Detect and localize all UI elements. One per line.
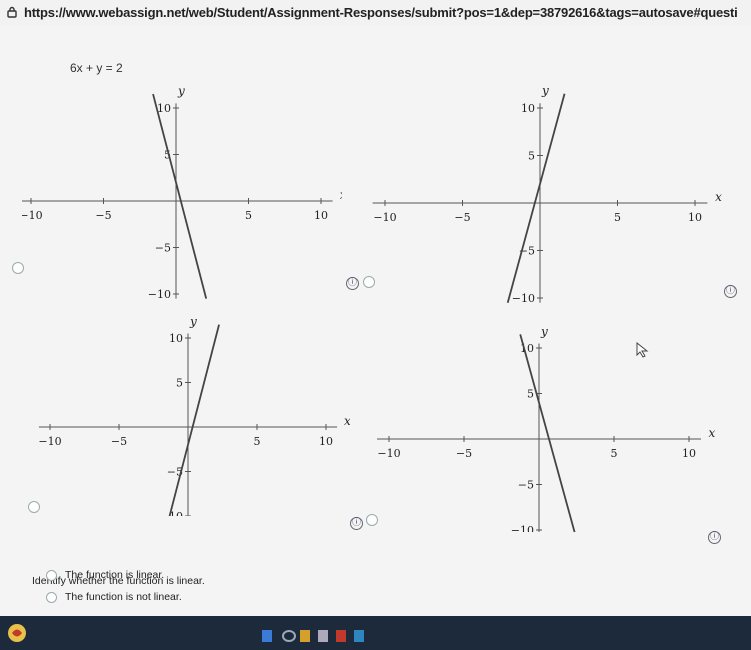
graph-option-1: −10−5510105−5−10xy bbox=[22, 88, 342, 306]
mouse-cursor-icon bbox=[636, 342, 649, 358]
graph-line bbox=[519, 334, 576, 532]
graph-option-3-radio[interactable] bbox=[28, 501, 40, 513]
taskbar-app-icon[interactable] bbox=[300, 630, 310, 642]
graph-option-2-radio[interactable] bbox=[363, 276, 375, 288]
graph-line bbox=[506, 93, 566, 303]
answer-option-linear[interactable]: The function is linear. bbox=[46, 569, 164, 581]
answer-label: The function is linear. bbox=[65, 569, 165, 581]
answer-option-not-linear[interactable]: The function is not linear. bbox=[46, 591, 182, 603]
graph-option-4-radio[interactable] bbox=[366, 514, 378, 526]
y-axis-label: y bbox=[177, 88, 185, 98]
app-logo-icon bbox=[8, 624, 26, 642]
graph-option-1-radio[interactable] bbox=[12, 262, 24, 274]
y-tick-label: −5 bbox=[518, 479, 534, 492]
assignment-content: 6x + y = 2 −10 −5 5 10 10 5 −5 −10 x y ⓘ −10 −5 5 10… bbox=[0, 26, 751, 616]
answer-radio[interactable] bbox=[46, 591, 57, 603]
taskbar-app-icon[interactable] bbox=[318, 630, 328, 642]
info-icon[interactable]: ⓘ bbox=[350, 517, 363, 530]
y-tick-label: −10 bbox=[512, 292, 535, 305]
x-tick-label: −10 bbox=[22, 209, 43, 222]
x-axis-label: x bbox=[709, 426, 716, 440]
x-axis-label: x bbox=[344, 414, 350, 428]
x-tick-label: 5 bbox=[254, 435, 261, 448]
url-text[interactable]: https://www.webassign.net/web/Student/As… bbox=[24, 5, 738, 20]
taskbar-app-icon[interactable] bbox=[336, 630, 346, 642]
graph-option-3: −10−5510105−5−10xy bbox=[30, 316, 350, 516]
graph-line bbox=[152, 93, 208, 299]
answer-label: The function is not linear. bbox=[65, 591, 182, 603]
x-tick-label: 5 bbox=[611, 447, 618, 460]
x-axis-label: x bbox=[340, 188, 342, 202]
info-icon[interactable]: ⓘ bbox=[346, 277, 359, 290]
info-icon[interactable]: ⓘ bbox=[724, 285, 737, 298]
address-bar[interactable]: https://www.webassign.net/web/Student/As… bbox=[0, 0, 751, 27]
y-axis-label: y bbox=[541, 86, 549, 98]
x-tick-label: −5 bbox=[454, 211, 470, 224]
x-tick-label: 10 bbox=[314, 209, 328, 222]
x-tick-label: 10 bbox=[688, 211, 702, 224]
y-tick-label: 10 bbox=[521, 102, 535, 115]
x-tick-label: −10 bbox=[38, 435, 61, 448]
y-tick-label: 5 bbox=[527, 388, 534, 401]
x-tick-label: −10 bbox=[377, 447, 400, 460]
answer-radio[interactable] bbox=[46, 569, 57, 581]
equation-text: 6x + y = 2 bbox=[70, 61, 123, 75]
x-tick-label: −10 bbox=[373, 211, 396, 224]
y-axis-label: y bbox=[189, 316, 197, 329]
graph-option-2: −10 −5 5 10 10 5 −5 −10 x y bbox=[372, 86, 722, 314]
graph-line bbox=[168, 324, 220, 516]
graph-option-4: −10 −5 5 10 10 5 −5 −10 x y bbox=[374, 322, 724, 532]
x-tick-label: 10 bbox=[682, 447, 696, 460]
x-tick-label: −5 bbox=[111, 435, 127, 448]
lock-icon bbox=[7, 6, 17, 18]
x-tick-label: −5 bbox=[95, 209, 111, 222]
y-axis-label: y bbox=[540, 324, 548, 338]
y-tick-label: −10 bbox=[148, 288, 171, 301]
y-tick-label: 10 bbox=[157, 102, 171, 115]
x-tick-label: 10 bbox=[319, 435, 333, 448]
y-tick-label: 5 bbox=[528, 150, 535, 163]
taskbar-app-icon[interactable] bbox=[354, 630, 364, 642]
y-tick-label: 10 bbox=[169, 332, 183, 345]
x-tick-label: 5 bbox=[245, 209, 252, 222]
y-tick-label: −10 bbox=[511, 524, 534, 532]
info-icon[interactable]: ⓘ bbox=[708, 531, 721, 544]
x-tick-label: 5 bbox=[614, 211, 621, 224]
x-tick-label: −5 bbox=[456, 447, 472, 460]
x-axis-label: x bbox=[715, 190, 722, 204]
search-icon[interactable] bbox=[282, 630, 296, 642]
taskbar bbox=[0, 616, 751, 650]
y-tick-label: 5 bbox=[176, 377, 183, 390]
taskbar-app-icon[interactable] bbox=[262, 630, 272, 642]
y-tick-label: −5 bbox=[155, 242, 171, 255]
